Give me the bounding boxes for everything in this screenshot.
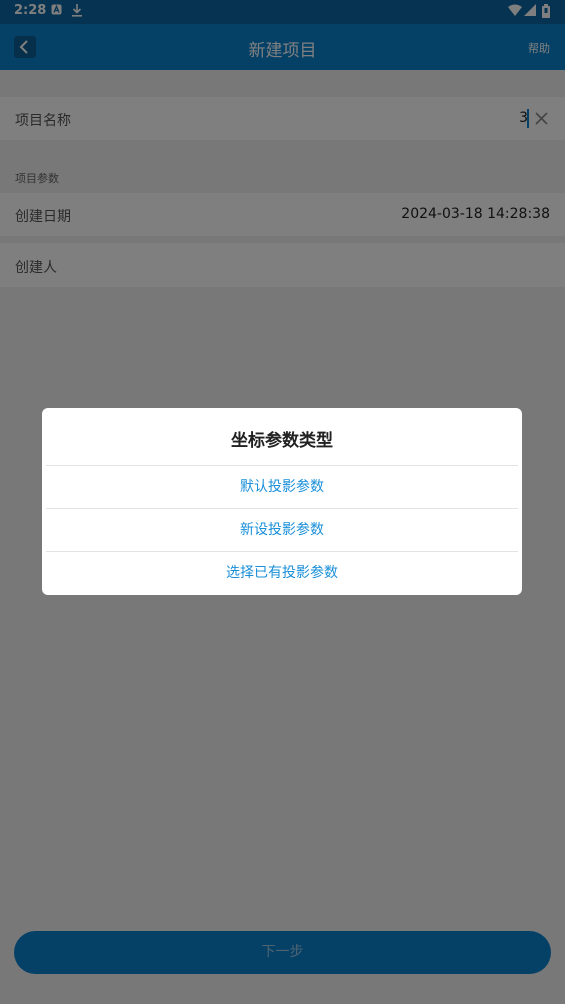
option-default-projection[interactable]: 默认投影参数: [42, 466, 522, 509]
option-new-projection[interactable]: 新设投影参数: [42, 509, 522, 552]
dialog-title: 坐标参数类型: [231, 431, 333, 451]
option-existing-projection[interactable]: 选择已有投影参数: [42, 552, 522, 595]
coordinate-type-dialog: 坐标参数类型 默认投影参数 新设投影参数 选择已有投影参数: [42, 408, 522, 595]
